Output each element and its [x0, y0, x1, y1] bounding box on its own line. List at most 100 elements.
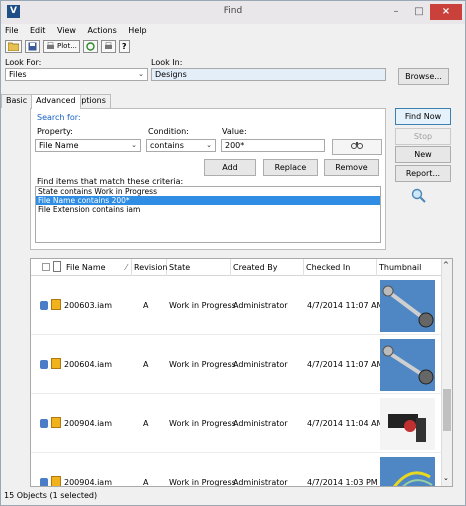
checked-out-icon [51, 417, 61, 428]
criteria-item-selected[interactable]: File Name contains 200* [36, 196, 380, 205]
find-window: V Find – □ × File Edit View Actions Help… [0, 0, 466, 506]
help-icon[interactable]: ? [118, 40, 130, 53]
condition-value: contains [150, 141, 184, 150]
select-all-checkbox[interactable] [42, 263, 50, 271]
cell-state: Work in Progress [169, 360, 236, 369]
cell-checked-in: 4/7/2014 1:03 PM [307, 478, 378, 487]
value-label: Value: [222, 127, 247, 136]
cell-revision: A [143, 478, 149, 487]
table-row[interactable]: 200604.iam A Work in Progress Administra… [31, 336, 441, 394]
plot-button[interactable]: Plot... [43, 40, 80, 53]
chevron-down-icon: ⌄ [206, 141, 212, 149]
binoculars-icon [351, 142, 363, 149]
cell-file-name[interactable]: 200904.iam [64, 395, 112, 453]
cell-created-by: Administrator [233, 419, 288, 428]
tab-advanced[interactable]: Advanced [31, 94, 81, 109]
replace-button[interactable]: Replace [263, 159, 318, 176]
column-header-state[interactable]: State [167, 259, 231, 276]
value-browse-button[interactable] [332, 139, 382, 155]
add-button[interactable]: Add [204, 159, 256, 176]
minimize-icon[interactable]: – [385, 4, 407, 20]
criteria-label: Find items that match these criteria: [37, 177, 184, 186]
cell-state: Work in Progress [169, 301, 236, 310]
look-for-label: Look For: [5, 58, 42, 67]
column-header-checked-in[interactable]: Checked In [304, 259, 377, 276]
criteria-list[interactable]: State contains Work in Progress File Nam… [35, 186, 381, 243]
close-icon[interactable]: × [430, 4, 462, 20]
table-row[interactable]: 200603.iam A Work in Progress Administra… [31, 277, 441, 335]
report-button[interactable]: Report... [395, 165, 451, 182]
cell-created-by: Administrator [233, 360, 288, 369]
property-label: Property: [37, 127, 73, 136]
cell-created-by: Administrator [233, 301, 288, 310]
remove-button[interactable]: Remove [324, 159, 379, 176]
column-header-file-name[interactable]: File Name ⁄ [64, 259, 132, 276]
menu-actions[interactable]: Actions [88, 26, 117, 35]
title-bar: V Find – □ × [1, 1, 465, 24]
chevron-down-icon: ⌄ [131, 141, 137, 149]
document-icon [53, 261, 61, 272]
toolbar: Plot... ? [5, 40, 130, 53]
column-header-thumbnail[interactable]: Thumbnail [377, 259, 441, 276]
table-row[interactable]: 200904.iam A Work in Progress Administra… [31, 454, 441, 487]
open-folder-icon[interactable] [5, 40, 22, 53]
cell-revision: A [143, 360, 149, 369]
new-button[interactable]: New [395, 146, 451, 163]
cell-state: Work in Progress [169, 478, 236, 487]
property-value: File Name [39, 141, 79, 150]
cell-file-name[interactable]: 200603.iam [64, 277, 112, 335]
cell-checked-in: 4/7/2014 11:07 AM [307, 360, 384, 369]
menu-bar: File Edit View Actions Help [5, 26, 156, 38]
column-header-created-by[interactable]: Created By [231, 259, 304, 276]
checked-out-icon [51, 358, 61, 369]
look-in-field[interactable]: Designs [151, 68, 386, 81]
menu-file[interactable]: File [5, 26, 18, 35]
file-icon [40, 478, 48, 486]
stop-button[interactable]: Stop [395, 128, 451, 145]
assembly-thumbnail [380, 339, 435, 391]
look-for-dropdown[interactable]: Files ⌄ [5, 68, 148, 81]
criteria-item[interactable]: File Extension contains iam [36, 205, 380, 214]
table-row[interactable]: 200904.iam A Work in Progress Administra… [31, 395, 441, 453]
value-input[interactable]: 200* [221, 139, 325, 152]
file-icon [40, 301, 48, 310]
find-now-button[interactable]: Find Now [395, 108, 451, 125]
cell-checked-in: 4/7/2014 11:07 AM [307, 301, 384, 310]
checked-out-icon [51, 299, 61, 310]
look-in-label: Look In: [151, 58, 183, 67]
criteria-item[interactable]: State contains Work in Progress [36, 187, 380, 196]
column-header-revision[interactable]: Revision [132, 259, 167, 276]
sort-icon: ⁄ [125, 263, 127, 272]
printer-icon [47, 42, 54, 49]
condition-dropdown[interactable]: contains ⌄ [146, 139, 216, 152]
cell-checked-in: 4/7/2014 11:04 AM [307, 419, 384, 428]
save-icon[interactable] [25, 40, 40, 53]
refresh-icon[interactable] [82, 40, 98, 53]
menu-edit[interactable]: Edit [30, 26, 46, 35]
scroll-up-icon[interactable]: ^ [443, 261, 449, 269]
condition-label: Condition: [148, 127, 189, 136]
file-icon [40, 419, 48, 428]
assembly-thumbnail [380, 457, 435, 486]
menu-help[interactable]: Help [128, 26, 146, 35]
property-dropdown[interactable]: File Name ⌄ [35, 139, 141, 152]
cell-revision: A [143, 419, 149, 428]
menu-view[interactable]: View [57, 26, 76, 35]
chevron-down-icon: ⌄ [138, 70, 144, 78]
plot-label: Plot... [57, 42, 77, 50]
assembly-thumbnail [380, 398, 435, 450]
scrollbar-thumb[interactable] [443, 389, 451, 431]
browse-button[interactable]: Browse... [398, 68, 449, 85]
scroll-down-icon[interactable]: ⌄ [443, 474, 449, 482]
maximize-icon[interactable]: □ [408, 4, 430, 20]
status-bar-text: 15 Objects (1 selected) [4, 491, 98, 500]
cell-file-name[interactable]: 200604.iam [64, 336, 112, 394]
grid-scrollbar[interactable]: ^ ⌄ [441, 259, 452, 486]
column-file-name-label: File Name [66, 263, 106, 272]
tab-basic[interactable]: Basic [1, 94, 33, 108]
cell-file-name[interactable]: 200904.iam [64, 454, 112, 486]
checked-out-icon [51, 476, 61, 486]
file-icon [40, 360, 48, 369]
print-icon[interactable] [100, 40, 116, 53]
grid-header: File Name ⁄ Revision State Created By Ch… [31, 259, 441, 276]
